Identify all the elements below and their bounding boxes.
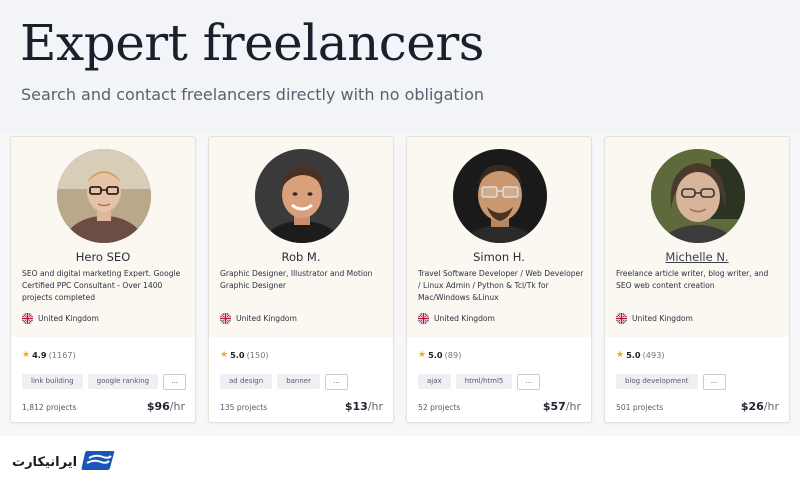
skill-tag[interactable]: banner — [277, 374, 320, 389]
more-tags-button[interactable]: ... — [517, 374, 541, 390]
project-count: 135 projects — [220, 403, 268, 412]
skill-tag[interactable]: ad design — [220, 374, 273, 389]
freelancer-cards: Hero SEO SEO and digital marketing Exper… — [10, 136, 794, 425]
brand-text: ایرانیکارت — [12, 454, 78, 470]
country-label: United Kingdom — [38, 314, 99, 323]
person-avatar-glasses-icon — [651, 149, 745, 243]
rating-value: 5.0 — [626, 350, 641, 360]
uk-flag-icon — [220, 313, 231, 324]
footer — [0, 436, 800, 477]
rating-count: (150) — [246, 350, 269, 360]
country: United Kingdom — [616, 313, 693, 324]
price-value: $57 — [542, 400, 566, 413]
skill-tags: blog development ... — [616, 374, 726, 390]
avatar[interactable] — [255, 149, 349, 243]
freelancer-card[interactable]: Michelle N. Freelance article writer, bl… — [604, 136, 790, 423]
person-avatar-glasses-icon — [57, 149, 151, 243]
freelancer-name[interactable]: Hero SEO — [11, 250, 195, 264]
more-tags-button[interactable]: ... — [324, 374, 348, 390]
skill-tags: ajax html/html5 ... — [418, 374, 541, 390]
uk-flag-icon — [418, 313, 429, 324]
avatar[interactable] — [651, 149, 745, 243]
brand-logo[interactable]: ایرانیکارت — [12, 449, 115, 475]
hourly-rate: $26/hr — [741, 400, 779, 413]
country: United Kingdom — [220, 313, 297, 324]
skill-tag[interactable]: google ranking — [87, 374, 159, 389]
more-tags-button[interactable]: ... — [163, 374, 187, 390]
avatar[interactable] — [57, 149, 151, 243]
freelancer-name[interactable]: Rob M. — [209, 250, 393, 264]
rating-count: (1167) — [48, 350, 76, 360]
freelancer-card[interactable]: Simon H. Travel Software Developer / Web… — [406, 136, 592, 423]
skill-tags: ad design banner ... — [220, 374, 348, 390]
hourly-rate: $57/hr — [543, 400, 581, 413]
iranicard-logo-icon — [81, 449, 115, 475]
country-label: United Kingdom — [434, 314, 495, 323]
freelancer-description: Travel Software Developer / Web Develope… — [418, 269, 584, 302]
skill-tags: link building google ranking ... — [22, 374, 187, 390]
star-icon: ★ — [418, 350, 427, 360]
rating-count: (493) — [642, 350, 665, 360]
rating-value: 4.9 — [32, 350, 47, 360]
more-tags-button[interactable]: ... — [702, 374, 726, 390]
hourly-rate: $96/hr — [147, 400, 185, 413]
country: United Kingdom — [418, 313, 495, 324]
rating: ★ 5.0 (89) — [418, 350, 461, 360]
freelancer-description: Freelance article writer, blog writer, a… — [616, 269, 769, 290]
freelancer-description: Graphic Designer, Illustrator and Motion… — [220, 269, 373, 290]
avatar[interactable] — [453, 149, 547, 243]
page-subtitle: Search and contact freelancers directly … — [21, 85, 485, 104]
price-value: $96 — [146, 400, 170, 413]
price-unit: /hr — [565, 400, 581, 413]
price-value: $13 — [344, 400, 368, 413]
star-icon: ★ — [22, 350, 31, 360]
rating-value: 5.0 — [230, 350, 245, 360]
freelancer-name-link[interactable]: Michelle N. — [605, 250, 789, 264]
star-icon: ★ — [220, 350, 229, 360]
project-count: 501 projects — [616, 403, 664, 412]
freelancer-card[interactable]: Hero SEO SEO and digital marketing Exper… — [10, 136, 196, 423]
country-label: United Kingdom — [236, 314, 297, 323]
skill-tag[interactable]: blog development — [616, 374, 698, 389]
price-unit: /hr — [763, 400, 779, 413]
hourly-rate: $13/hr — [345, 400, 383, 413]
project-count: 52 projects — [418, 403, 461, 412]
skill-tag[interactable]: ajax — [418, 374, 451, 389]
uk-flag-icon — [22, 313, 33, 324]
project-count: 1,812 projects — [22, 403, 77, 412]
skill-tag[interactable]: html/html5 — [455, 374, 513, 389]
star-icon: ★ — [616, 350, 625, 360]
country: United Kingdom — [22, 313, 99, 324]
skill-tag[interactable]: link building — [22, 374, 83, 389]
freelancer-name[interactable]: Simon H. — [407, 250, 591, 264]
freelancer-description: SEO and digital marketing Expert. Google… — [22, 269, 181, 302]
price-unit: /hr — [169, 400, 185, 413]
price-value: $26 — [740, 400, 764, 413]
uk-flag-icon — [616, 313, 627, 324]
rating: ★ 4.9 (1167) — [22, 350, 76, 360]
price-unit: /hr — [367, 400, 383, 413]
person-avatar-icon — [255, 149, 349, 243]
country-label: United Kingdom — [632, 314, 693, 323]
rating: ★ 5.0 (150) — [220, 350, 269, 360]
rating-count: (89) — [444, 350, 462, 360]
rating-value: 5.0 — [428, 350, 443, 360]
freelancer-card[interactable]: Rob M. Graphic Designer, Illustrator and… — [208, 136, 394, 423]
person-avatar-glasses-icon — [453, 149, 547, 243]
page-title: Expert freelancers — [20, 14, 484, 72]
rating: ★ 5.0 (493) — [616, 350, 665, 360]
